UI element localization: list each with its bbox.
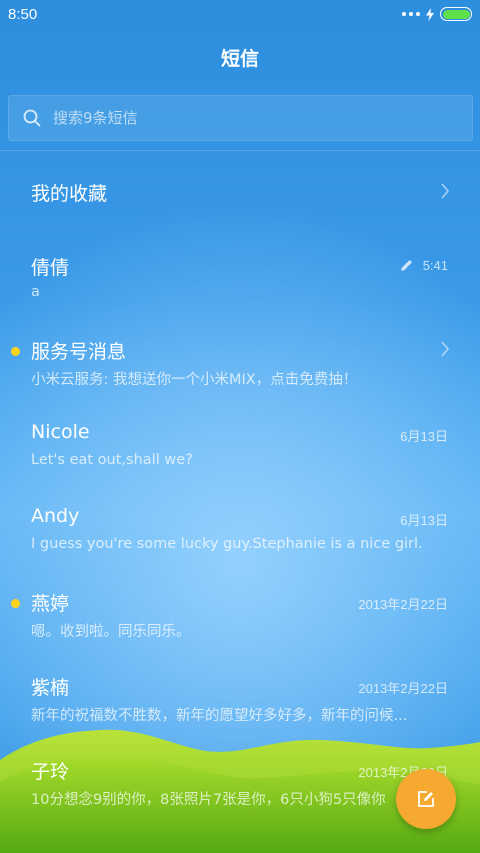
conversation-row[interactable]: Nicole 6月13日 Let's eat out,shall we? — [0, 421, 480, 505]
conversation-row[interactable]: 服务号消息 小米云服务: 我想送你一个小米MIX，点击免费抽！ — [0, 337, 480, 421]
message-preview: I guess you're some lucky guy.Stephanie … — [31, 536, 423, 552]
conversation-row[interactable]: Andy 6月13日 I guess you're some lucky guy… — [0, 505, 480, 589]
contact-name: 服务号消息 — [31, 341, 127, 363]
contact-name: Nicole — [31, 421, 90, 443]
conversation-row[interactable]: 倩倩 5:41 a — [0, 253, 480, 337]
compose-icon — [418, 791, 434, 807]
divider — [0, 150, 480, 151]
conversation-row[interactable]: 燕婷 2013年2月22日 嗯。收到啦。同乐同乐。 — [0, 589, 480, 673]
message-preview: 小米云服务: 我想送你一个小米MIX，点击免费抽！ — [31, 372, 358, 388]
unread-indicator — [11, 599, 20, 608]
status-time: 8:50 — [8, 5, 38, 23]
pencil-icon — [401, 260, 412, 271]
status-bar: 8:50 — [0, 0, 480, 28]
search-bar[interactable] — [8, 95, 473, 141]
message-preview: 10分想念9别的你，8张照片7张是你，6只小狗5只像你 — [31, 792, 386, 808]
message-preview: Let's eat out,shall we? — [31, 452, 193, 468]
message-date: 6月13日 — [400, 429, 448, 444]
unread-indicator — [11, 347, 20, 356]
message-preview: 嗯。收到啦。同乐同乐。 — [31, 624, 191, 640]
chevron-right-icon — [441, 183, 450, 199]
message-preview: a — [31, 284, 40, 300]
contact-name: 倩倩 — [31, 257, 70, 279]
status-icons — [402, 7, 472, 21]
contact-name: 燕婷 — [31, 593, 70, 615]
battery-icon — [440, 7, 472, 21]
search-input[interactable] — [53, 109, 433, 127]
message-date: 2013年2月22日 — [358, 597, 448, 612]
message-date: 2013年2月22日 — [358, 681, 448, 696]
page-title: 短信 — [220, 48, 259, 70]
favorites-label: 我的收藏 — [31, 183, 108, 205]
contact-name: 紫楠 — [31, 677, 70, 699]
compose-button[interactable] — [396, 769, 456, 829]
contact-name: Andy — [31, 505, 80, 527]
search-icon — [23, 109, 41, 127]
message-date: 5:41 — [422, 258, 448, 273]
more-notifications-icon — [402, 12, 420, 16]
contact-name: 子玲 — [31, 761, 70, 783]
favorites-row[interactable]: 我的收藏 — [0, 179, 480, 263]
charging-icon — [426, 7, 434, 21]
chevron-right-icon — [441, 341, 450, 357]
message-date: 6月13日 — [400, 513, 448, 528]
